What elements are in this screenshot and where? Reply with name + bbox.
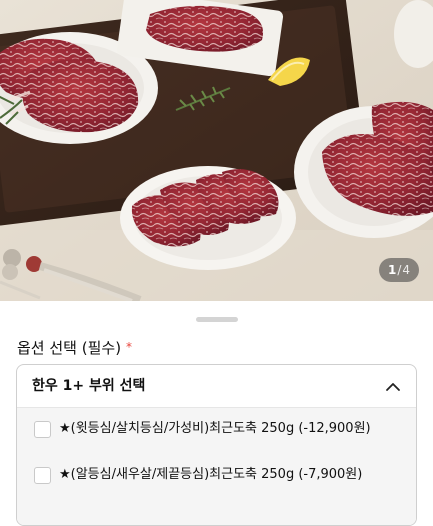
chevron-up-icon[interactable] (384, 378, 402, 396)
option-section-title: 옵션 선택 (필수) * (17, 336, 132, 359)
dropdown-option[interactable]: ★(윗등심/살치등심/가성비)최근도축 250g (-12,900원) (17, 408, 416, 454)
option-label: ★(윗등심/살치등심/가성비)최근도축 250g (-12,900원) (59, 421, 371, 436)
dropdown-header[interactable]: 한우 1+ 부위 선택 (17, 365, 416, 408)
dropdown-label: 한우 1+ 부위 선택 (32, 378, 146, 394)
option-section-title-text: 옵션 선택 (필수) (17, 339, 122, 357)
option-checkbox[interactable] (34, 467, 51, 484)
option-bottom-sheet: 옵션 선택 (필수) * 한우 1+ 부위 선택 ★(윗등심/살치등심/가성비)최… (0, 301, 433, 526)
cut-select-dropdown: 한우 1+ 부위 선택 ★(윗등심/살치등심/가성비)최근도축 250g (-1… (16, 364, 417, 526)
product-photo-illustration (0, 0, 433, 301)
page-separator: / (397, 263, 402, 277)
required-mark: * (126, 340, 133, 354)
option-checkbox[interactable] (34, 421, 51, 438)
current-page: 1 (387, 263, 397, 277)
option-label: ★(알등심/새우살/제끝등심)최근도축 250g (-7,900원) (59, 467, 363, 482)
product-image[interactable]: 1/4 (0, 0, 433, 301)
image-page-indicator: 1/4 (378, 258, 419, 282)
sheet-drag-handle[interactable] (196, 317, 238, 322)
dropdown-option[interactable]: ★(알등심/새우살/제끝등심)최근도축 250g (-7,900원) (17, 454, 416, 500)
plate-sliced-steaks (120, 166, 296, 270)
total-pages: 4 (402, 263, 410, 277)
dropdown-option-list: ★(윗등심/살치등심/가성비)최근도축 250g (-12,900원) ★(알등… (17, 408, 416, 525)
